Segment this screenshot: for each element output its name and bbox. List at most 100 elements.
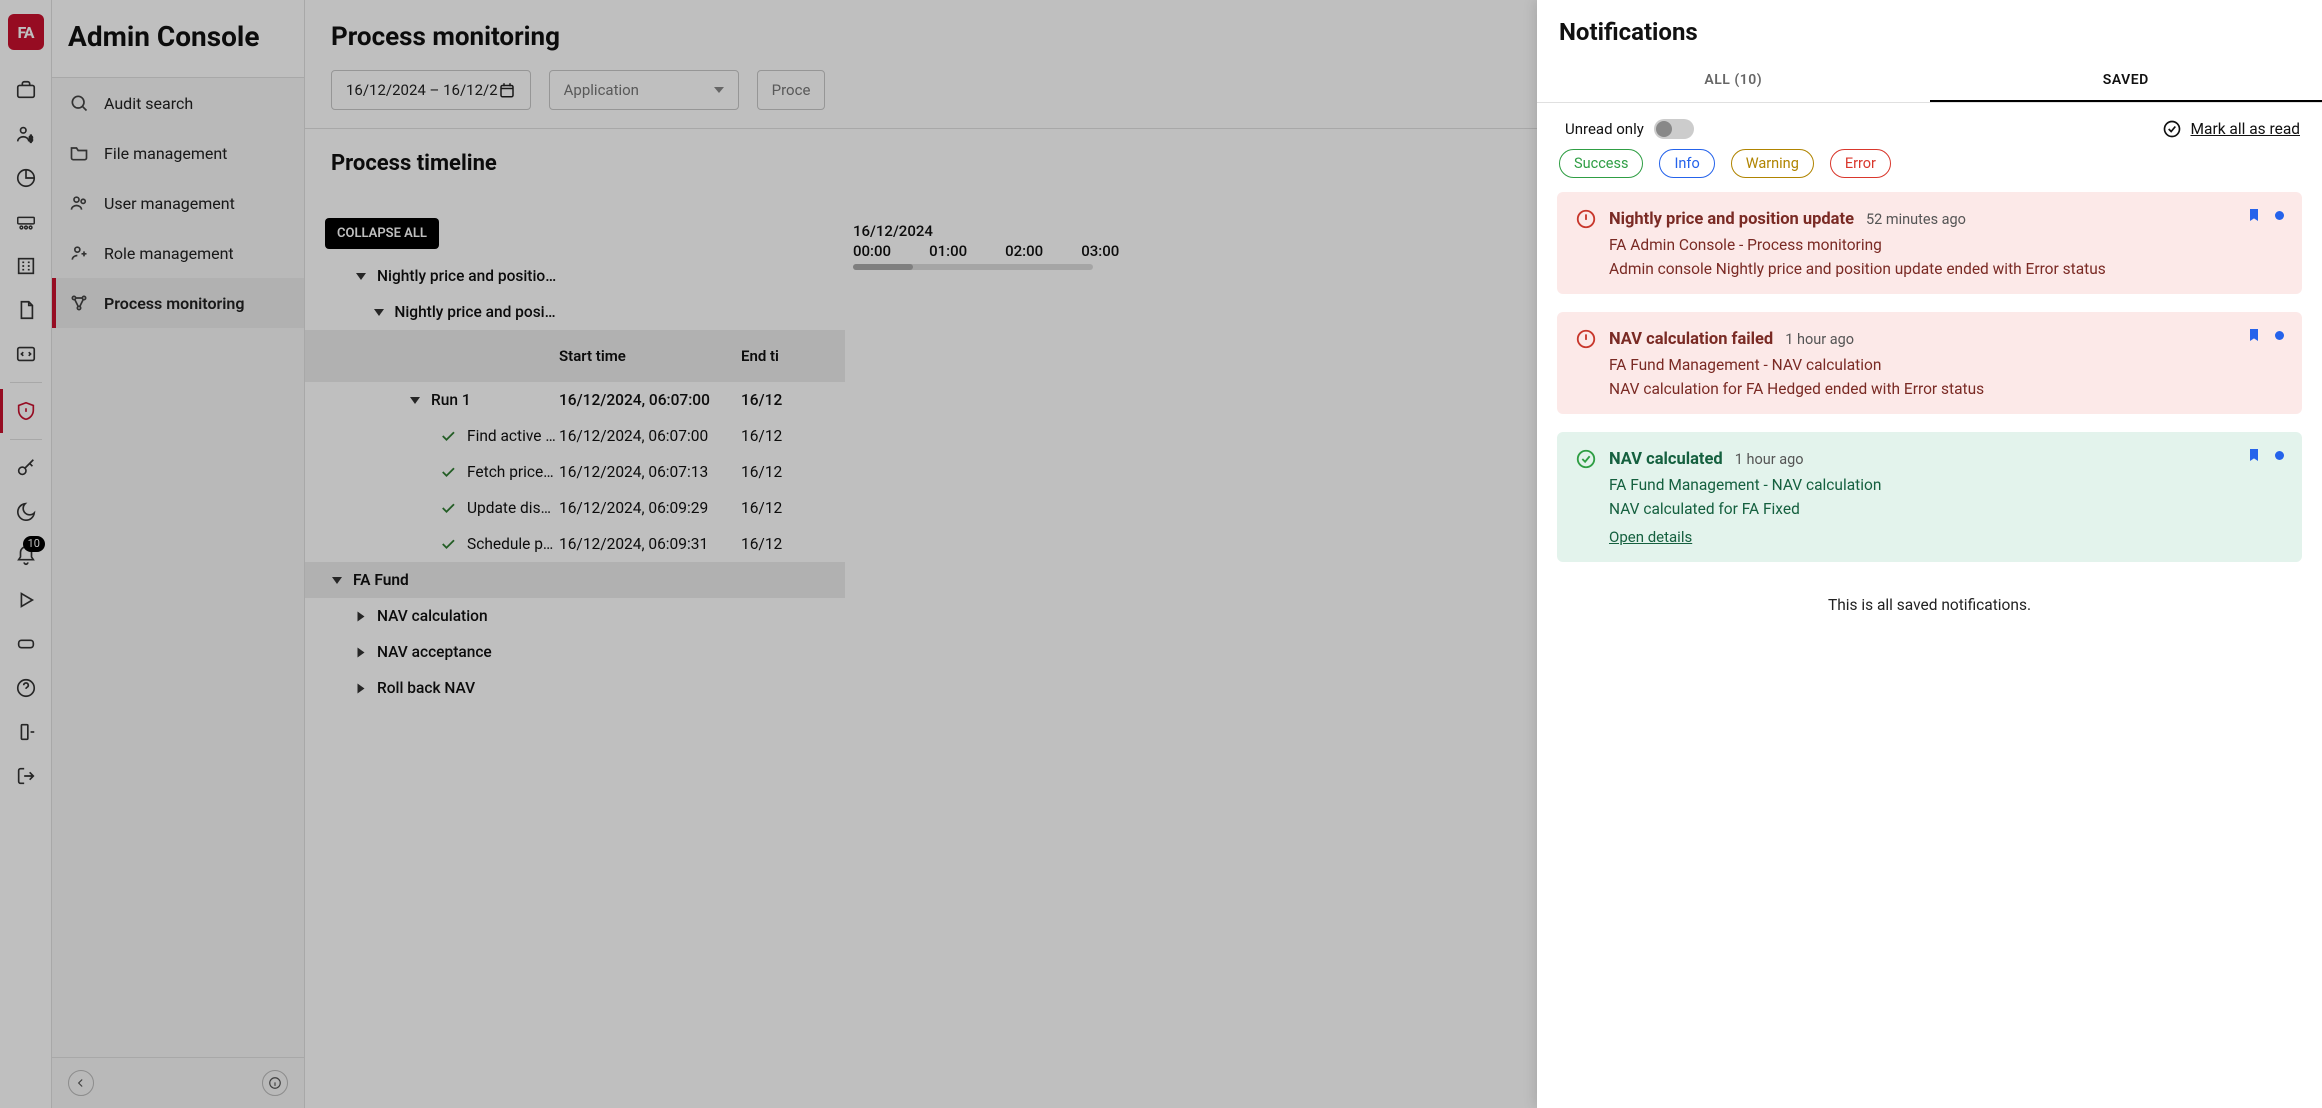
timeline-group[interactable]: Run 116/12/2024, 06:07:0016/12 bbox=[305, 382, 845, 418]
card-source: FA Fund Management - NAV calculation bbox=[1609, 356, 2284, 374]
bookmark-icon[interactable] bbox=[2246, 446, 2262, 464]
mark-all-as-read-button[interactable]: Mark all as read bbox=[2162, 119, 2300, 139]
error-icon bbox=[1575, 208, 1597, 230]
notifications-panel: Notifications ALL (10) SAVED Unread only… bbox=[1537, 0, 2322, 1108]
row-label: Nightly price and positi… bbox=[394, 303, 559, 321]
timeline-scrollbar[interactable] bbox=[853, 264, 1093, 270]
filter-chip-success[interactable]: Success bbox=[1559, 149, 1643, 178]
sidebar-item-label: User management bbox=[104, 194, 235, 213]
row-label: Nightly price and positio… bbox=[377, 267, 556, 285]
rail-bell-icon[interactable]: 10 bbox=[0, 534, 51, 578]
rail-play-icon[interactable] bbox=[0, 578, 51, 622]
error-icon bbox=[1575, 328, 1597, 350]
check-icon bbox=[439, 427, 457, 445]
row-label: Roll back NAV bbox=[377, 679, 475, 697]
timeline-tick: 00:00 bbox=[853, 242, 891, 260]
timeline-step[interactable]: Find active p…16/12/2024, 06:07:0016/12 bbox=[305, 418, 845, 454]
unread-dot bbox=[2275, 211, 2284, 220]
tab-all[interactable]: ALL (10) bbox=[1537, 60, 1930, 102]
application-filter[interactable]: Application bbox=[549, 70, 739, 110]
process-filter[interactable]: Proce bbox=[757, 70, 826, 110]
unread-only-toggle[interactable] bbox=[1654, 119, 1694, 139]
timeline-step[interactable]: Schedule pos…16/12/2024, 06:09:3116/12 bbox=[305, 526, 845, 562]
row-start-time: 16/12/2024, 06:07:00 bbox=[559, 427, 741, 445]
timeline-tree: FA BackNightly price and positio…Nightly… bbox=[305, 222, 845, 706]
col-start: Start time bbox=[559, 347, 741, 365]
rail-company-icon[interactable] bbox=[0, 244, 51, 288]
card-message: Admin console Nightly price and position… bbox=[1609, 260, 2284, 278]
row-end-time: 16/12 bbox=[741, 391, 845, 409]
row-start-time: 16/12/2024, 06:07:13 bbox=[559, 463, 741, 481]
rail-help-icon[interactable] bbox=[0, 666, 51, 710]
row-label: Find active p… bbox=[467, 427, 559, 445]
card-time: 1 hour ago bbox=[1735, 451, 1804, 468]
card-title: NAV calculation failed bbox=[1609, 330, 1773, 349]
timeline-group[interactable]: Nightly price and positi… bbox=[305, 294, 845, 330]
rail-logout-icon[interactable] bbox=[0, 754, 51, 798]
rail-moon-icon[interactable] bbox=[0, 490, 51, 534]
row-label: NAV acceptance bbox=[377, 643, 492, 661]
sidebar-item-user-management[interactable]: User management bbox=[52, 178, 304, 228]
bookmark-icon[interactable] bbox=[2246, 206, 2262, 224]
timeline-group[interactable]: NAV calculation bbox=[305, 598, 845, 634]
rail-code-icon[interactable] bbox=[0, 332, 51, 376]
rail-analytics-icon[interactable] bbox=[0, 156, 51, 200]
timeline-step[interactable]: Update disco…16/12/2024, 06:09:2916/12 bbox=[305, 490, 845, 526]
card-source: FA Fund Management - NAV calculation bbox=[1609, 476, 2284, 494]
card-title: Nightly price and position update bbox=[1609, 210, 1854, 229]
timeline-group[interactable]: NAV acceptance bbox=[305, 634, 845, 670]
rail-user-funds-icon[interactable]: $ bbox=[0, 112, 51, 156]
unread-dot bbox=[2275, 451, 2284, 460]
svg-text:$: $ bbox=[28, 134, 32, 143]
row-start-time: 16/12/2024, 06:07:00 bbox=[559, 391, 741, 409]
notification-card[interactable]: NAV calculation failed1 hour agoFA Fund … bbox=[1557, 312, 2302, 414]
open-details-link[interactable]: Open details bbox=[1609, 528, 1692, 546]
sidebar-item-process-monitoring[interactable]: Process monitoring bbox=[52, 278, 304, 328]
sidebar-item-audit-search[interactable]: Audit search bbox=[52, 78, 304, 128]
row-end-time: 16/12 bbox=[741, 499, 845, 517]
chevron-down-icon bbox=[714, 87, 724, 93]
notification-card[interactable]: NAV calculated1 hour agoFA Fund Manageme… bbox=[1557, 432, 2302, 562]
rail-key-icon[interactable] bbox=[0, 446, 51, 490]
rail-exit-icon[interactable] bbox=[0, 710, 51, 754]
sidebar-item-label: Audit search bbox=[104, 94, 193, 113]
rail-cash-flow-icon[interactable] bbox=[0, 200, 51, 244]
bookmark-icon[interactable] bbox=[2246, 326, 2262, 344]
collapse-sidebar-icon[interactable] bbox=[68, 1070, 94, 1096]
notification-badge: 10 bbox=[23, 536, 45, 552]
filter-chip-error[interactable]: Error bbox=[1830, 149, 1891, 178]
tab-saved[interactable]: SAVED bbox=[1930, 60, 2322, 102]
rail-ticket-icon[interactable] bbox=[0, 622, 51, 666]
rail-shield-icon[interactable] bbox=[0, 389, 51, 433]
date-range-filter[interactable]: 16/12/2024 – 16/12/2 bbox=[331, 70, 531, 110]
row-label: Fetch prices f… bbox=[467, 463, 559, 481]
filter-chip-info[interactable]: Info bbox=[1659, 149, 1714, 178]
collapse-all-button[interactable]: COLLAPSE ALL bbox=[325, 218, 439, 249]
card-time: 52 minutes ago bbox=[1866, 211, 1966, 228]
row-label: Schedule pos… bbox=[467, 535, 559, 553]
unread-only-label: Unread only bbox=[1565, 120, 1644, 138]
card-source: FA Admin Console - Process monitoring bbox=[1609, 236, 2284, 254]
sidebar-item-role-management[interactable]: Role management bbox=[52, 228, 304, 278]
calendar-icon bbox=[498, 81, 516, 99]
timeline-group[interactable]: Nightly price and positio… bbox=[305, 258, 845, 294]
notification-card[interactable]: Nightly price and position update 52 minu… bbox=[1557, 192, 2302, 294]
users-icon bbox=[68, 192, 90, 214]
sidebar-item-file-management[interactable]: File management bbox=[52, 128, 304, 178]
card-message: NAV calculated for FA Fixed bbox=[1609, 500, 2284, 518]
chevron-down-icon bbox=[351, 266, 371, 286]
unread-dot bbox=[2275, 331, 2284, 340]
folder-icon bbox=[68, 142, 90, 164]
timeline-group[interactable]: Roll back NAV bbox=[305, 670, 845, 706]
check-icon bbox=[439, 463, 457, 481]
rail-briefcase-icon[interactable] bbox=[0, 68, 51, 112]
timeline-tick: 03:00 bbox=[1081, 242, 1119, 260]
app-logo[interactable]: FA bbox=[8, 14, 44, 50]
timeline-step[interactable]: Fetch prices f…16/12/2024, 06:07:1316/12 bbox=[305, 454, 845, 490]
filter-chip-warning[interactable]: Warning bbox=[1731, 149, 1814, 178]
date-range-value: 16/12/2024 – 16/12/2 bbox=[346, 81, 498, 99]
timeline-group[interactable]: FA Fund bbox=[305, 562, 845, 598]
rail-document-icon[interactable] bbox=[0, 288, 51, 332]
info-icon[interactable] bbox=[262, 1070, 288, 1096]
success-icon bbox=[1575, 448, 1597, 470]
